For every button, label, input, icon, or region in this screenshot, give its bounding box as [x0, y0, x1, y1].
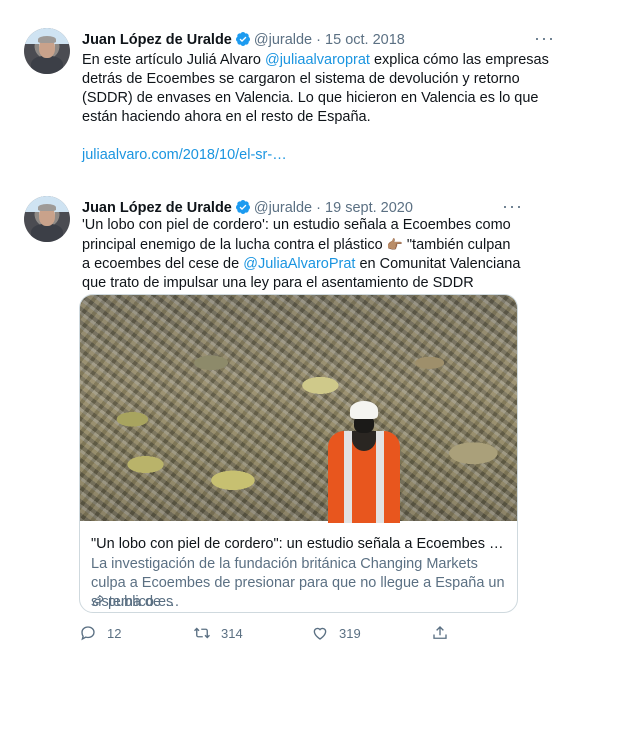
tweet-text: 'Un lobo con piel de cordero': un estudi… — [82, 216, 522, 293]
vest-stripe — [376, 431, 384, 523]
author-handle[interactable]: @juralde — [254, 200, 312, 216]
worker-figure — [318, 401, 410, 523]
share-button[interactable] — [431, 624, 459, 644]
link-icon — [92, 595, 104, 607]
tweet-actions: 12 314 319 — [79, 624, 499, 644]
article-link[interactable]: juliaalvaro.com/2018/10/el-sr-… — [82, 147, 287, 163]
verified-badge-icon — [235, 200, 250, 214]
card-title[interactable]: "Un lobo con piel de cordero": un estudi… — [91, 535, 507, 554]
separator: · — [316, 200, 321, 216]
card-domain: publico.es — [91, 593, 173, 612]
worker-helmet — [350, 401, 378, 419]
mention-link[interactable]: @juliaalvaroprat — [265, 52, 370, 68]
reply-button[interactable]: 12 — [79, 624, 121, 644]
tweet-header: Juan López de Uralde @juralde · 15 oct. 2… — [82, 31, 405, 49]
reply-icon — [81, 626, 95, 641]
retweet-icon — [194, 627, 210, 639]
separator: · — [316, 32, 321, 48]
avatar-jacket — [31, 224, 63, 242]
pointing-hand-emoji-icon: 👉🏽 — [386, 237, 403, 252]
avatar-hair — [38, 204, 56, 211]
tweet-text: En este artículo Juliá Alvaro @juliaalva… — [82, 51, 562, 165]
tweet-header: Juan López de Uralde @juralde · 19 sept. … — [82, 199, 413, 217]
avatar-hair — [38, 36, 56, 43]
author-handle[interactable]: @juralde — [254, 32, 312, 48]
retweet-count: 314 — [221, 626, 243, 641]
author-name[interactable]: Juan López de Uralde — [82, 200, 232, 216]
author-name[interactable]: Juan López de Uralde — [82, 32, 232, 48]
like-button[interactable]: 319 — [311, 624, 361, 644]
card-image-waste-plant[interactable] — [80, 295, 517, 523]
retweet-button[interactable]: 314 — [193, 624, 243, 644]
more-options-icon[interactable]: ··· — [502, 196, 523, 217]
tweet-date[interactable]: 15 oct. 2018 — [325, 32, 405, 48]
mention-link[interactable]: @JuliaAlvaroPrat — [243, 256, 355, 272]
like-count: 319 — [339, 626, 361, 641]
vest-stripe — [344, 431, 352, 523]
more-options-icon[interactable]: ··· — [534, 28, 555, 49]
tweet-text-part: En este artículo Juliá Alvaro — [82, 52, 265, 68]
heart-icon — [313, 627, 327, 640]
tweet-date[interactable]: 19 sept. 2020 — [325, 200, 413, 216]
share-icon — [433, 626, 447, 639]
avatar[interactable] — [24, 28, 70, 74]
link-preview-card[interactable]: "Un lobo con piel de cordero": un estudi… — [79, 294, 518, 613]
reply-count: 12 — [107, 626, 122, 641]
avatar-jacket — [31, 56, 63, 74]
card-domain-text: publico.es — [108, 594, 174, 610]
verified-badge-icon — [235, 32, 250, 46]
avatar[interactable] — [24, 196, 70, 242]
